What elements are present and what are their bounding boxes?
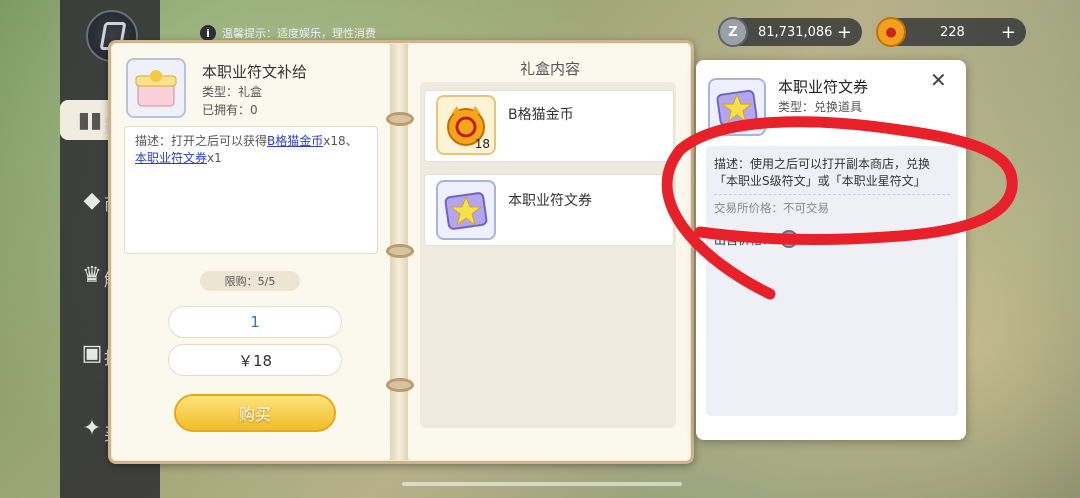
- add-catcoin-button[interactable]: +: [1001, 22, 1016, 43]
- zeny-balance: Z 81,731,086 +: [718, 17, 862, 47]
- zeny-value: 81,731,086: [758, 24, 833, 40]
- gift-item-name: B格猫金币: [508, 107, 574, 123]
- quantity-input[interactable]: 1: [168, 306, 342, 338]
- cat-coin-icon: ●: [876, 17, 906, 47]
- rune-ticket-icon: [708, 78, 766, 136]
- item-description: 描述：打开之后可以获得B格猫金币x18、本职业符文券x1: [124, 126, 378, 254]
- zeny-coin-icon: Z: [718, 17, 748, 47]
- sell-value: 100: [826, 232, 849, 246]
- desc-text: 描述：打开之后可以获得: [135, 134, 268, 148]
- tooltip-description: 描述：使用之后可以打开副本商店，兑换「本职业S级符文」或「本职业星符文」: [714, 157, 931, 188]
- price-display: ￥18: [168, 344, 342, 376]
- item-name: 本职业符文补给: [202, 63, 308, 81]
- divider: [714, 194, 950, 195]
- ring-icon: [386, 244, 414, 258]
- gift-box-icon: [126, 58, 186, 118]
- tooltip-trade-price: 交易所价格：不可交易: [714, 201, 829, 215]
- ring-icon: [386, 378, 414, 392]
- close-icon[interactable]: ✕: [930, 68, 947, 92]
- cat-coin-icon: 18: [436, 95, 496, 155]
- catcoin-balance: ● 228 +: [876, 17, 1026, 47]
- notice-text: 温馨提示：适度娱乐，理性消费: [222, 27, 376, 40]
- tooltip-item-name: 本职业符文券: [778, 78, 869, 96]
- item-type: 类型：礼盒: [202, 85, 263, 99]
- ring-icon: [386, 112, 414, 126]
- gift-item-name: 本职业符文券: [508, 193, 592, 209]
- item-owned: 已拥有：0: [202, 103, 258, 117]
- buy-button[interactable]: 购买: [174, 394, 336, 432]
- link-rune-ticket[interactable]: 本职业符文券: [135, 151, 207, 165]
- gift-content-title: 礼盒内容: [520, 60, 581, 78]
- purchase-limit: 限购：5/5: [200, 271, 300, 291]
- link-cat-coin[interactable]: B格猫金币: [267, 134, 323, 148]
- gift-count: 18: [474, 137, 490, 151]
- info-icon: i: [200, 25, 216, 41]
- rune-ticket-icon: [436, 180, 496, 240]
- catcoin-value: 228: [940, 24, 965, 40]
- tooltip-sell-price: 出售价格： Z 100: [714, 230, 849, 248]
- desc-text: x18、: [323, 134, 358, 148]
- tooltip-item-type: 类型：兑换道具: [778, 100, 863, 114]
- add-zeny-button[interactable]: +: [837, 22, 852, 43]
- desc-text: x1: [207, 151, 222, 165]
- zeny-coin-icon: Z: [780, 230, 799, 248]
- sell-label: 出售价格：: [714, 232, 775, 247]
- home-indicator: [402, 482, 682, 486]
